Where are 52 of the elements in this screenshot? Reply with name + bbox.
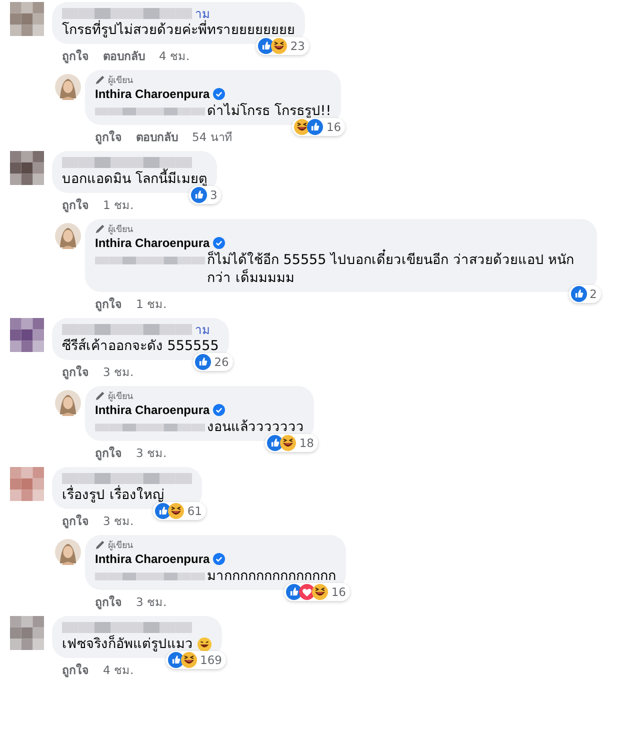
comment-text: บอกแอดมิน โลกนี้มีเมยตู	[62, 170, 208, 188]
comment-text: มากกกกกกกกกกกกกก	[207, 567, 336, 585]
comment-action-link[interactable]: ถูกใจ	[62, 196, 89, 214]
comment-action-link[interactable]: ถูกใจ	[62, 363, 89, 381]
comment-action-link[interactable]: ถูกใจ	[95, 444, 122, 462]
author-label: ผู้เขียน	[108, 540, 133, 552]
timestamp[interactable]: 1 ชม.	[103, 196, 134, 214]
comment-action-link[interactable]: ถูกใจ	[62, 47, 89, 65]
reaction-count[interactable]: 18	[265, 434, 318, 452]
reaction-count[interactable]: 3	[188, 186, 222, 204]
reaction-count[interactable]: 23	[256, 37, 309, 55]
comment-action-link[interactable]: ถูกใจ	[95, 593, 122, 611]
reaction-count[interactable]: 61	[153, 502, 206, 520]
comment-action-link[interactable]: ตอบกลับ	[103, 47, 145, 65]
comment-action-link[interactable]: ถูกใจ	[95, 128, 122, 146]
timestamp[interactable]: 4 ชม.	[159, 47, 190, 65]
reaction-count[interactable]: 2	[568, 285, 601, 303]
reaction-count[interactable]: 16	[292, 118, 346, 136]
pen-icon	[95, 540, 105, 550]
comment-text: โกรธที่รูปไม่สวยด้วยค่ะพี่ทรายยยยยยยย	[62, 21, 295, 39]
comment-action-link[interactable]: ถูกใจ	[95, 295, 122, 313]
timestamp[interactable]: 3 ชม.	[103, 363, 134, 381]
user-name[interactable]: าม	[195, 4, 210, 22]
author-label: ผู้เขียน	[108, 224, 133, 236]
timestamp[interactable]: 54 นาที	[192, 128, 232, 146]
author-label: ผู้เขียน	[108, 390, 133, 402]
author-label: ผู้เขียน	[108, 74, 133, 86]
comment-action-link[interactable]: ถูกใจ	[62, 512, 89, 530]
user-name[interactable]: Inthira Charoenpura	[95, 403, 210, 417]
timestamp[interactable]: 3 ชม.	[136, 593, 167, 611]
timestamp[interactable]: 1 ชม.	[136, 295, 167, 313]
timestamp[interactable]: 3 ชม.	[136, 444, 167, 462]
user-name[interactable]: Inthira Charoenpura	[95, 87, 210, 101]
comment-text: เรื่องรูป เรื่องใหญ่	[62, 486, 164, 504]
comment-text: ซีรีส์เค้าออกจะดัง 555555	[62, 337, 219, 355]
timestamp[interactable]: 4 ชม.	[103, 661, 134, 679]
pen-icon	[95, 74, 105, 84]
user-name[interactable]: าม	[195, 320, 210, 338]
comment-text: ก็ไม่ได้ใช้อีก 55555 ไปบอกเดี๋ยวเขียนอีก ว่าสวยด้วยแอป หนักกว่า เด็มมมมม	[207, 251, 587, 287]
reaction-count[interactable]: 26	[193, 353, 233, 371]
reaction-count[interactable]: 16	[284, 583, 350, 601]
comment-text: งอนแล้ววววววว	[207, 418, 304, 436]
timestamp[interactable]: 3 ชม.	[103, 512, 134, 530]
user-name[interactable]: Inthira Charoenpura	[95, 236, 210, 250]
comment-text: ด่าไม่โกรธ โกรธรูป!!	[207, 102, 332, 120]
comment-action-link[interactable]: ตอบกลับ	[136, 128, 178, 146]
comment-action-link[interactable]: ถูกใจ	[62, 661, 89, 679]
user-name[interactable]: Inthira Charoenpura	[95, 552, 210, 566]
pen-icon	[95, 224, 105, 234]
pen-icon	[95, 390, 105, 400]
comment-text: เฟซจริงก็อัพแต่รูปแมว	[62, 635, 193, 653]
reaction-count[interactable]: 169	[166, 651, 226, 669]
